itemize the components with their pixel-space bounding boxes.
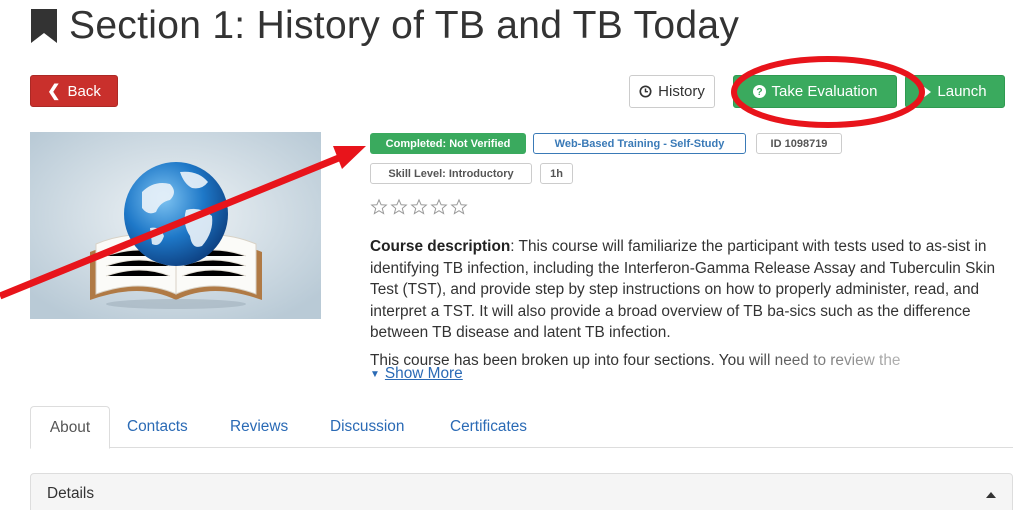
svg-text:?: ?	[756, 87, 762, 98]
back-button-label: Back	[67, 82, 101, 100]
chevron-left-icon: ❮	[47, 83, 61, 100]
course-description: Course description: This course will fam…	[370, 236, 1010, 344]
bookmark-icon	[31, 9, 57, 43]
history-button-label: History	[658, 83, 705, 100]
annotation-arrow-head	[333, 146, 366, 169]
take-evaluation-label: Take Evaluation	[771, 83, 878, 100]
star-icon[interactable]	[370, 198, 388, 216]
tab-certificates[interactable]: Certificates	[450, 406, 527, 448]
launch-button-label: Launch	[937, 83, 987, 100]
tab-reviews[interactable]: Reviews	[230, 406, 288, 448]
star-icon[interactable]	[430, 198, 448, 216]
launch-button[interactable]: Launch	[905, 75, 1005, 108]
course-image	[30, 132, 321, 319]
skill-level-badge: Skill Level: Introductory	[370, 163, 532, 184]
training-type-badge: Web-Based Training - Self-Study	[533, 133, 746, 154]
show-more-label: Show More	[384, 365, 463, 382]
question-circle-icon: ?	[752, 85, 766, 98]
show-more-link[interactable]: ▼ Show More	[370, 365, 463, 383]
star-icon[interactable]	[450, 198, 468, 216]
star-icon[interactable]	[410, 198, 428, 216]
book-globe-illustration	[30, 132, 321, 319]
details-panel-header[interactable]: Details	[30, 473, 1013, 510]
back-button[interactable]: ❮ Back	[30, 75, 118, 107]
status-badge: Completed: Not Verified	[370, 133, 526, 154]
clock-icon	[639, 85, 652, 98]
caret-up-icon	[986, 492, 996, 498]
caret-right-icon	[923, 85, 932, 98]
take-evaluation-button[interactable]: ? Take Evaluation	[733, 75, 897, 108]
page-header: Section 1: History of TB and TB Today	[31, 4, 739, 48]
page-title: Section 1: History of TB and TB Today	[69, 4, 740, 47]
course-description-heading: Course description	[370, 238, 511, 255]
caret-down-icon: ▼	[370, 368, 380, 380]
history-button[interactable]: History	[629, 75, 715, 108]
tab-contacts[interactable]: Contacts	[127, 406, 188, 448]
tab-bar: About Contacts Reviews Discussion Certif…	[30, 406, 1013, 449]
tab-discussion[interactable]: Discussion	[330, 406, 404, 448]
course-id-badge: ID 1098719	[756, 133, 842, 154]
tab-about[interactable]: About	[30, 406, 110, 449]
duration-badge: 1h	[540, 163, 573, 184]
star-rating[interactable]	[370, 198, 468, 216]
course-description-more: This course has been broken up into four…	[370, 352, 901, 369]
star-icon[interactable]	[390, 198, 408, 216]
details-title: Details	[47, 485, 95, 502]
